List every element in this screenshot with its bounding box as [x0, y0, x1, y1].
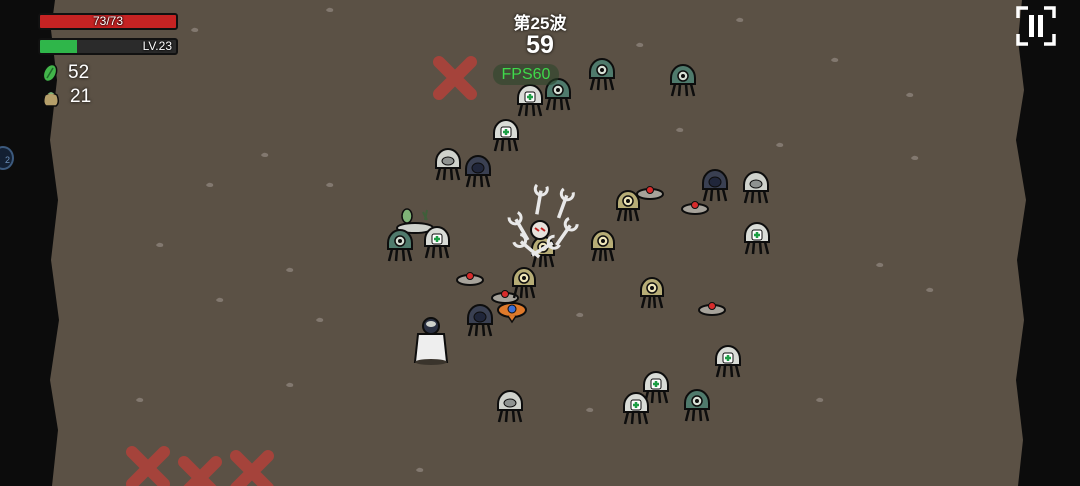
bag-counter: 21 [40, 86, 91, 108]
green-leaf-icon [42, 63, 58, 83]
level-text: LV.23 [142, 39, 172, 53]
experience-bar: LV.23 [38, 38, 178, 55]
fps-counter: FPS60 [493, 64, 559, 85]
health-bar: 73/73 [38, 13, 178, 30]
materials-counter: 52 [40, 62, 89, 84]
wave-timer: 59 [526, 31, 554, 59]
money-bag-icon [42, 90, 60, 107]
health-text: 73/73 [92, 14, 124, 28]
pause-icon [1016, 6, 1056, 46]
pause-button[interactable] [1014, 4, 1058, 48]
materials-count: 52 [68, 62, 90, 83]
bag-count: 21 [70, 86, 92, 107]
